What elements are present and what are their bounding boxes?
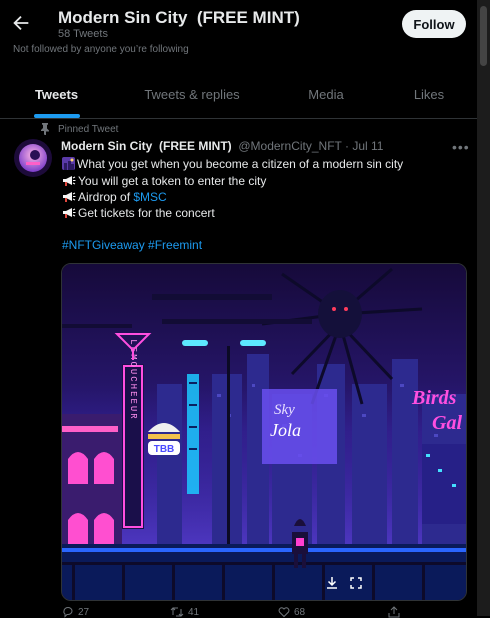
back-arrow-icon[interactable] — [10, 12, 32, 34]
tweet-line-1: What you get when you become a citizen o… — [62, 157, 403, 173]
burger-sign-text: TBB — [154, 444, 175, 455]
neon-sign-right-1: Birds — [411, 387, 457, 409]
more-icon[interactable]: ••• — [452, 139, 470, 155]
hashtag-links[interactable]: #NFTGiveaway #Freemint — [62, 238, 202, 252]
pin-icon — [41, 123, 49, 135]
expand-icon[interactable] — [349, 576, 363, 590]
megaphone-icon — [62, 174, 76, 190]
profile-tabs: Tweets Tweets & replies Media Likes — [0, 70, 477, 119]
billboard-text-2: Jola — [270, 420, 301, 440]
download-icon[interactable] — [325, 576, 339, 590]
tweet-text-2: You will get a token to enter the city — [78, 174, 267, 188]
pinned-indicator: Pinned Tweet — [40, 123, 118, 135]
follow-button[interactable]: Follow — [402, 10, 466, 38]
avatar[interactable] — [14, 139, 52, 177]
tweet-line-3: Airdrop of $MSC — [62, 190, 167, 206]
tweet-text-3: Airdrop of — [78, 190, 134, 204]
tab-tweets-replies[interactable]: Tweets & replies — [113, 70, 271, 118]
tweet-line-4: Get tickets for the concert — [62, 206, 215, 222]
cashtag-link[interactable]: $MSC — [133, 190, 166, 204]
author-name[interactable]: Modern Sin City (FREE MINT) — [61, 139, 232, 153]
pinned-label: Pinned Tweet — [58, 123, 119, 135]
tweet-media-image[interactable]: LEMOUCHEEUR TBB Sky Jola Birds Gal — [61, 263, 467, 601]
active-tab-indicator — [34, 114, 80, 118]
share-icon — [388, 606, 400, 618]
author-handle-date[interactable]: @ModernCity_NFT · Jul 11 — [238, 139, 383, 153]
profile-title: Modern Sin City (FREE MINT) — [58, 8, 300, 27]
scrollbar-thumb[interactable] — [480, 6, 487, 66]
tab-tweets[interactable]: Tweets — [0, 70, 113, 118]
not-followed-note: Not followed by anyone you’re following — [13, 44, 189, 55]
tab-media[interactable]: Media — [271, 70, 381, 118]
like-icon — [278, 607, 290, 618]
reply-action[interactable]: 27 — [62, 606, 89, 618]
scrollbar-track[interactable] — [477, 0, 490, 616]
tweet-text-4: Get tickets for the concert — [78, 206, 215, 220]
reply-icon — [63, 607, 73, 618]
city-night-icon — [62, 157, 75, 173]
neon-sign-right-2: Gal — [432, 412, 462, 434]
retweet-action[interactable]: 41 — [170, 606, 199, 618]
megaphone-icon — [62, 206, 76, 222]
tweet-count: 58 Tweets — [58, 28, 108, 40]
share-action[interactable] — [388, 606, 400, 618]
tweet-line-2: You will get a token to enter the city — [62, 174, 266, 190]
billboard-text-1: Sky — [274, 402, 295, 418]
megaphone-icon — [62, 190, 76, 206]
tweet-text-1: What you get when you become a citizen o… — [77, 157, 404, 171]
like-action[interactable]: 68 — [278, 606, 305, 618]
tweet-header: Modern Sin City (FREE MINT) @ModernCity_… — [61, 139, 383, 153]
retweet-icon — [170, 607, 184, 617]
tab-likes[interactable]: Likes — [381, 70, 477, 118]
